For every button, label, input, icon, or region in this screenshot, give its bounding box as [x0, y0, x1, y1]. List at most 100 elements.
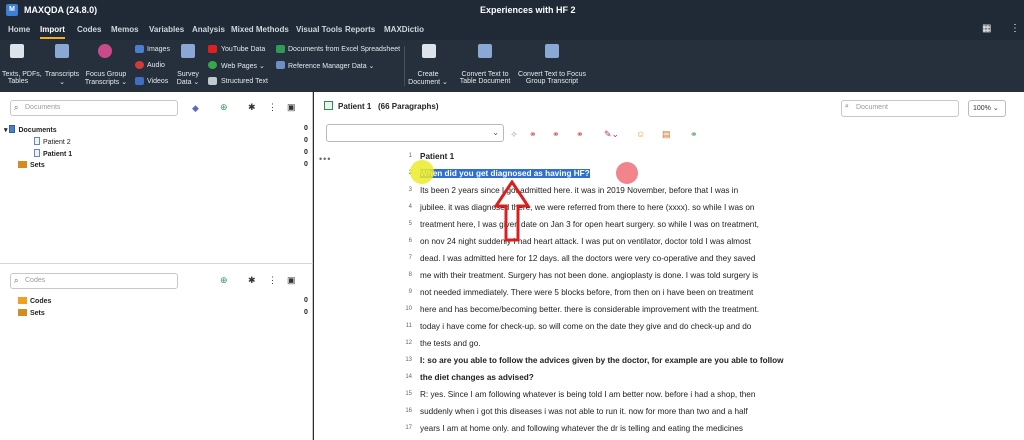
maximize-icon[interactable]: ▣ [287, 275, 296, 286]
web-pages-icon [208, 61, 217, 69]
convert-focus-icon [545, 44, 559, 58]
images-icon [135, 45, 144, 53]
web-pages-label: Web Pages [221, 63, 258, 70]
paragraph-line[interactable]: on nov 24 night suddenly I had heart att… [420, 237, 751, 246]
paragraph-line[interactable]: I: so are you able to follow the advices… [420, 356, 784, 365]
maximize-icon[interactable]: ▣ [287, 102, 296, 113]
create-document-icon [422, 44, 436, 58]
focus-group-label-2: Transcripts [84, 79, 120, 86]
link-icon[interactable]: ⚭ [690, 129, 698, 140]
search-icon: ⌕ [14, 276, 19, 285]
line-number: 5 [408, 221, 412, 227]
more-icon[interactable]: ⋮ [268, 102, 277, 113]
tree-patient-2[interactable]: Patient 2 [34, 137, 71, 146]
zoom-select[interactable]: 100% ⌄ [968, 100, 1006, 117]
tree-documents[interactable]: ▾ Documents [4, 125, 57, 134]
document-search-input[interactable]: ⌕ Document [841, 100, 959, 117]
paragraph-line[interactable]: treatment here, I was given date on Jan … [420, 220, 759, 229]
memo-icon[interactable]: ▤ [662, 129, 671, 140]
code-dropdown[interactable]: ⌄ [326, 124, 504, 142]
web-pages-button[interactable]: Web Pages ⌄ [221, 62, 265, 70]
paragraph-line[interactable]: When did you get diagnosed as having HF? [420, 169, 590, 178]
convert-table-label-2: Table Document [459, 78, 511, 85]
documents-search-input[interactable]: ⌕ Documents [10, 100, 178, 116]
new-document-icon[interactable]: ◆ [192, 103, 199, 114]
create-document-button[interactable]: Create Document ⌄ [408, 71, 448, 86]
code-color-icon[interactable]: ⚭ [552, 129, 560, 140]
document-title: Patient 1 (66 Paragraphs) [338, 102, 438, 111]
audio-button[interactable]: Audio [147, 62, 165, 69]
tree-codes[interactable]: Codes [18, 297, 51, 305]
line-number: 2 [392, 170, 412, 176]
paragraph-line[interactable]: the diet changes as advised? [420, 373, 534, 382]
search-icon: ⌕ [14, 103, 19, 112]
images-button[interactable]: Images [147, 46, 170, 53]
tree-patient-1[interactable]: Patient 1 [34, 149, 72, 158]
tables-label: Tables [7, 78, 29, 85]
code-icon[interactable]: ⚭ [529, 129, 537, 140]
paragraph-line[interactable]: years I am at home only. and following w… [420, 424, 743, 433]
paragraph-line[interactable]: jubilee. it was diagnosed there, we were… [420, 203, 754, 212]
line-number: 13 [405, 357, 412, 363]
excel-documents-button[interactable]: Documents from Excel Spreadsheet [288, 46, 400, 53]
line-number: 12 [405, 340, 412, 346]
ribbon: Texts, PDFs, Tables Transcripts ⌄ Focus Gr… [0, 40, 1024, 92]
gear-icon[interactable]: ✱ [248, 275, 256, 286]
paragraph-count: (66 Paragraphs) [378, 102, 439, 111]
title-bar: M MAXQDA (24.8.0) Experiences with HF 2 [0, 0, 1024, 20]
emoticode-icon[interactable]: ☺ [636, 129, 645, 139]
videos-button[interactable]: Videos [147, 78, 168, 85]
codes-label: Codes [30, 298, 52, 305]
reference-manager-button[interactable]: Reference Manager Data ⌄ [288, 62, 374, 70]
new-code-icon[interactable]: ⊕ [220, 275, 228, 286]
edit-document-icon[interactable] [324, 101, 333, 110]
add-icon[interactable]: ⊕ [220, 102, 228, 113]
codes-search-input[interactable]: ⌕ Codes [10, 273, 178, 289]
survey-data-button[interactable]: Survey Data ⌄ [172, 71, 204, 86]
paragraph-line[interactable]: today i have come for check-up. so will … [420, 322, 751, 331]
line-number: 14 [405, 374, 412, 380]
tab-mixed-methods[interactable]: Mixed Methods [231, 25, 289, 34]
more-options-icon[interactable]: ••• [319, 154, 331, 164]
maxqda-logo-icon: M [6, 4, 18, 16]
document-icon [34, 149, 40, 157]
app-title: MAXQDA (24.8.0) [24, 5, 98, 15]
paragraph-line[interactable]: R: yes. Since I am following whatever is… [420, 390, 755, 399]
paragraph-line[interactable]: Its been 2 years since I got admitted he… [420, 186, 738, 195]
texts-pdfs-button[interactable]: Texts, PDFs, Tables [2, 71, 42, 85]
tab-import[interactable]: Import [40, 25, 65, 39]
tab-maxdictio[interactable]: MAXDictio [384, 25, 424, 34]
more-icon[interactable]: ⋮ [268, 275, 277, 286]
tab-variables[interactable]: Variables [149, 25, 184, 34]
tree-document-sets[interactable]: Sets [18, 161, 45, 169]
tab-visual-tools[interactable]: Visual Tools [296, 25, 342, 34]
window-layout-icon[interactable]: ▦ [982, 23, 991, 34]
tab-memos[interactable]: Memos [111, 25, 139, 34]
paragraph-line[interactable]: the tests and go. [420, 339, 481, 348]
gear-icon[interactable]: ✱ [248, 102, 256, 113]
youtube-data-button[interactable]: YouTube Data [221, 46, 265, 53]
paragraph-line[interactable]: dead. I was admitted here for 12 days. a… [420, 254, 755, 263]
paragraph-line[interactable]: not needed immediately. There were 5 blo… [420, 288, 753, 297]
structured-text-button[interactable]: Structured Text [221, 78, 268, 85]
patient-1-label: Patient 1 [43, 151, 73, 158]
convert-focus-button[interactable]: Convert Text to Focus Group Transcript [516, 71, 588, 85]
selected-text[interactable]: When did you get diagnosed as having HF? [420, 169, 590, 178]
panel-divider[interactable] [0, 263, 313, 264]
tab-codes[interactable]: Codes [77, 25, 101, 34]
tab-analysis[interactable]: Analysis [192, 25, 225, 34]
tree-code-sets[interactable]: Sets [18, 309, 45, 317]
tab-home[interactable]: Home [8, 25, 30, 34]
remove-code-icon[interactable]: ⚭ [576, 129, 584, 140]
paragraph-line[interactable]: me with their treatment. Surgery has not… [420, 271, 758, 280]
paragraph-line[interactable]: here and has become/becoming better. the… [420, 305, 759, 314]
transcripts-button[interactable]: Transcripts ⌄ [44, 71, 80, 86]
arrow-icon[interactable]: ⟡ [511, 129, 517, 140]
menu-bar: Home Import Codes Memos Variables Analys… [0, 20, 1024, 40]
more-icon[interactable]: ⋮ [1010, 23, 1020, 34]
paragraph-line[interactable]: suddenly when i got this diseases i was … [420, 407, 748, 416]
tab-reports[interactable]: Reports [345, 25, 375, 34]
convert-table-button[interactable]: Convert Text to Table Document [455, 71, 515, 85]
focus-group-button[interactable]: Focus Group Transcripts ⌄ [84, 71, 128, 86]
highlighter-icon[interactable]: ✎⌄ [604, 129, 619, 140]
